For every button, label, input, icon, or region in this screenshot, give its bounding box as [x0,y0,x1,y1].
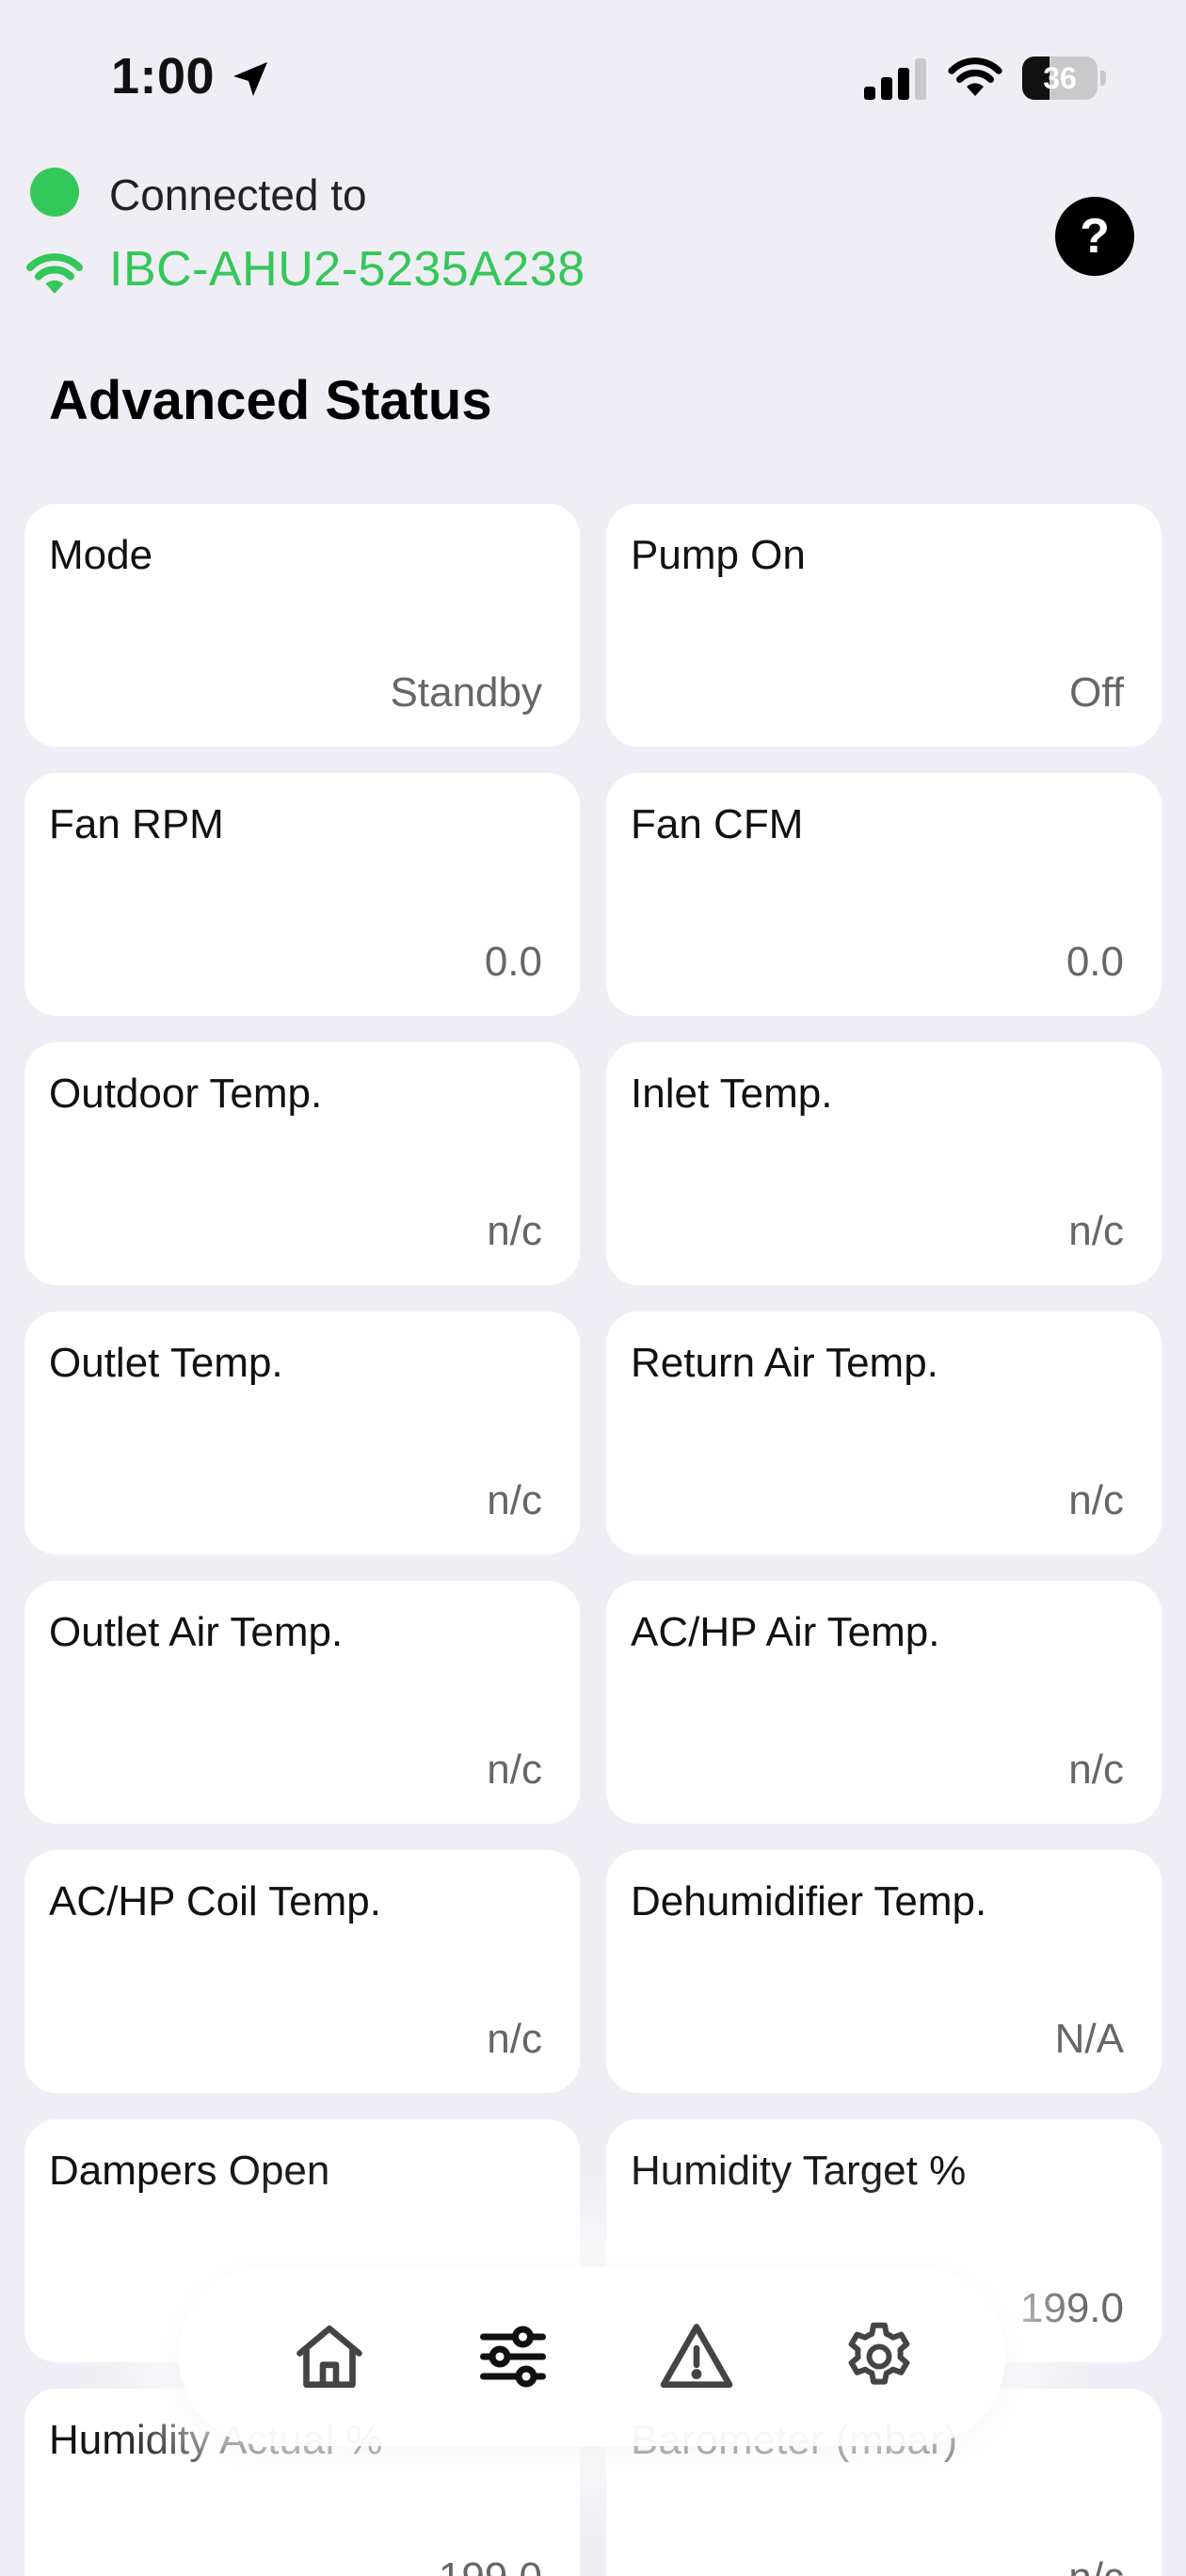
connection-wifi-icon [26,253,83,294]
status-card-ac-hp-air-temp: AC/HP Air Temp. n/c [606,1581,1162,1824]
card-value: Standby [390,669,542,716]
status-card-fan-rpm: Fan RPM 0.0 [24,773,580,1016]
warning-icon [660,2324,733,2389]
connection-status-dot [30,168,79,217]
card-label: Mode [49,532,153,578]
card-label: Return Air Temp. [631,1340,938,1386]
card-value: 0.0 [1066,939,1124,985]
status-card-fan-cfm: Fan CFM 0.0 [606,773,1162,1016]
card-value: n/c [1068,1208,1124,1254]
battery-icon: 36 [1022,56,1107,100]
card-value: 0.0 [484,939,542,985]
card-label: Outlet Temp. [49,1340,283,1386]
sliders-icon [480,2326,546,2388]
status-card-ac-hp-coil-temp: AC/HP Coil Temp. n/c [24,1850,580,2093]
card-label: Fan RPM [49,801,224,847]
tab-home[interactable] [282,2310,377,2404]
card-value: N/A [1054,2016,1124,2062]
card-value: 199.0 [439,2554,542,2576]
location-arrow-icon [233,62,267,96]
wifi-icon [948,57,1002,96]
card-label: Fan CFM [631,801,804,847]
tab-alerts[interactable] [649,2310,744,2404]
card-value: 199.0 [1019,2285,1124,2331]
status-bar: 1:00 36 [0,0,1186,160]
status-time: 1:00 [111,48,216,105]
status-card-outlet-air-temp: Outlet Air Temp. n/c [24,1581,580,1824]
gear-icon [848,2322,910,2385]
card-value: n/c [487,1208,542,1254]
card-label: AC/HP Coil Temp. [49,1878,381,1924]
card-label: Inlet Temp. [631,1071,833,1117]
tab-settings[interactable] [832,2310,926,2404]
card-label: Humidity Target % [631,2148,967,2194]
card-label: AC/HP Air Temp. [631,1609,940,1655]
cellular-signal-icon [864,58,926,100]
card-value: Off [1069,669,1124,716]
bottom-tab-bar [179,2267,1005,2446]
card-value: n/c [487,2016,542,2062]
battery-text: 36 [1043,61,1077,95]
card-value: n/c [1068,2554,1124,2576]
tab-controls[interactable] [466,2310,560,2404]
page-title: Advanced Status [49,370,492,431]
status-card-pump-on: Pump On Off [606,504,1162,747]
status-card-outlet-temp: Outlet Temp. n/c [24,1312,580,1554]
card-label: Dampers Open [49,2148,330,2194]
card-value: n/c [1068,1747,1124,1793]
status-card-mode: Mode Standby [24,504,580,747]
status-card-inlet-temp: Inlet Temp. n/c [606,1042,1162,1285]
connection-label: Connected to [109,170,367,219]
help-button[interactable]: ? [1055,197,1134,276]
status-card-outdoor-temp: Outdoor Temp. n/c [24,1042,580,1285]
card-label: Outdoor Temp. [49,1071,323,1117]
connected-device-ssid: IBC-AHU2-5235A238 [109,242,585,297]
card-label: Dehumidifier Temp. [631,1878,987,1924]
status-card-dehumidifier-temp: Dehumidifier Temp. N/A [606,1850,1162,2093]
status-card-return-air-temp: Return Air Temp. n/c [606,1312,1162,1554]
card-value: n/c [487,1477,542,1523]
card-label: Pump On [631,532,806,578]
status-grid: Mode Standby Pump On Off Fan RPM 0.0 Fan… [24,504,1162,2576]
home-icon [296,2325,362,2389]
card-label: Outlet Air Temp. [49,1609,344,1655]
card-value: n/c [1068,1477,1124,1523]
card-value: n/c [487,1747,542,1793]
